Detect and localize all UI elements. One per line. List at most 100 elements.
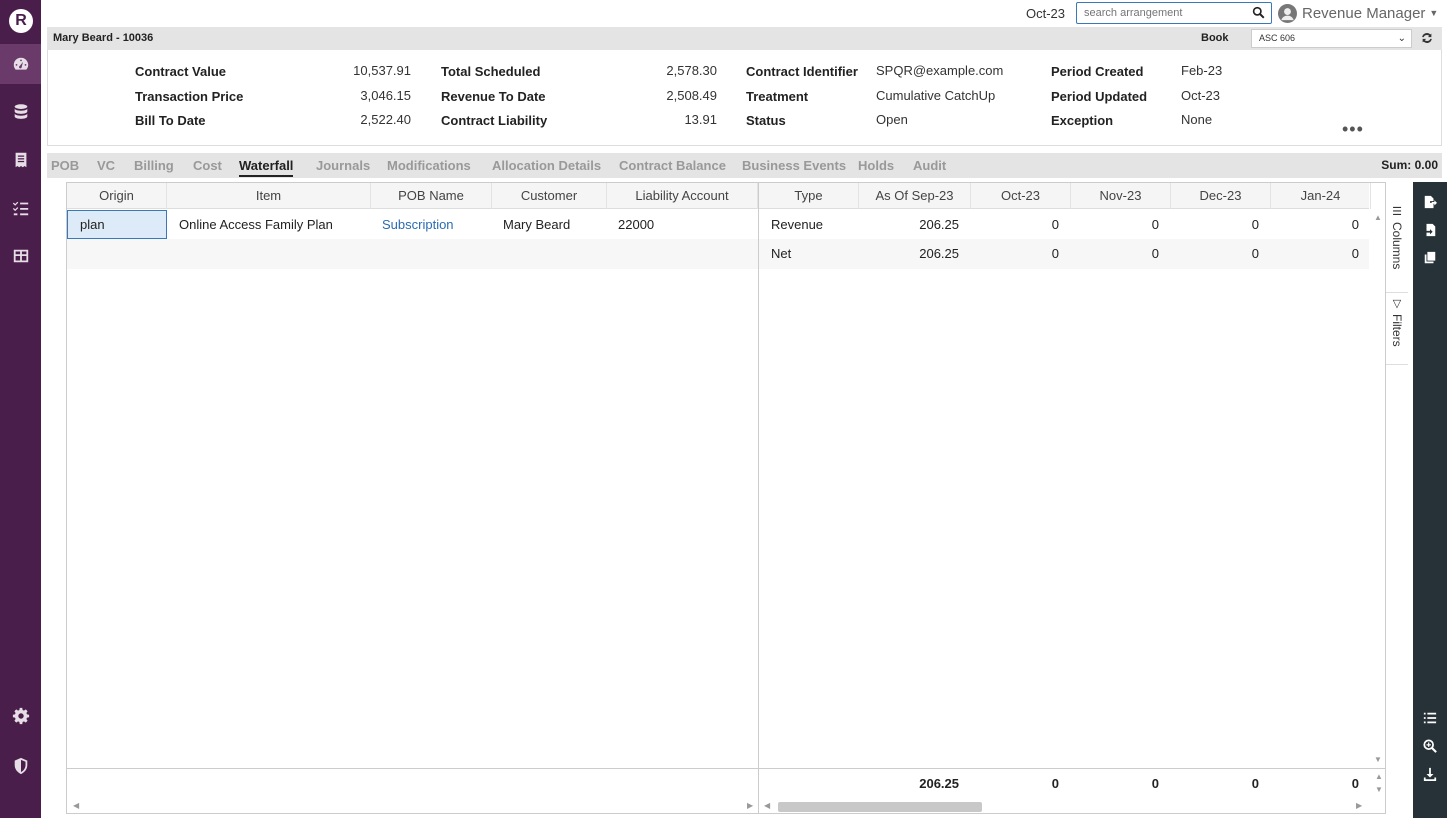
scroll-down-icon[interactable]: ▼ [1375,785,1383,794]
column-header-nov-23[interactable]: Nov-23 [1071,183,1171,209]
list-view-button[interactable] [1413,704,1447,732]
scroll-left-icon[interactable]: ◀ [764,801,770,810]
right-toolbar [1413,182,1447,818]
contract-header: Mary Beard - 10036 Book ASC 606 ⌄ [47,27,1442,50]
column-header-origin[interactable]: Origin [67,183,167,209]
scroll-left-icon[interactable]: ◀ [73,801,79,810]
type-cell-revenue[interactable]: Revenue [771,210,823,240]
table-nav[interactable] [0,236,41,276]
waterfall-grid: Origin Item POB Name Customer Liability … [66,182,1386,814]
horizontal-scrollbar[interactable]: ◀ ▶ ◀ ▶ [67,798,1385,813]
item-cell[interactable]: Online Access Family Plan [179,210,333,240]
revenue-oct-cell[interactable]: 0 [971,210,1059,240]
revenue-dec-cell[interactable]: 0 [1171,210,1259,240]
contract-liability: 13.91 [684,112,717,127]
treatment: Cumulative CatchUp [876,88,996,103]
exception-label: Exception [1051,113,1114,128]
net-jan-cell[interactable]: 0 [1271,239,1359,269]
column-header-liability-account[interactable]: Liability Account [607,183,758,209]
origin-cell[interactable]: plan [67,210,167,239]
period-created-label: Period Created [1051,64,1144,79]
tab-billing[interactable]: Billing [134,158,174,173]
column-header-dec-23[interactable]: Dec-23 [1171,183,1271,209]
import-file-button[interactable] [1413,216,1447,244]
book-select[interactable]: ASC 606 ⌄ [1251,29,1412,48]
customer-cell[interactable]: Mary Beard [503,210,570,240]
revenue-asof-cell[interactable]: 206.25 [859,210,959,240]
book-label: Book [1201,32,1229,44]
scroll-down-icon[interactable]: ▼ [1374,755,1382,764]
left-navigation: R [0,0,41,818]
row-band [67,239,758,269]
period-updated-label: Period Updated [1051,89,1148,104]
scroll-right-icon[interactable]: ▶ [1356,801,1362,810]
tab-waterfall[interactable]: Waterfall [239,158,294,177]
refresh-icon[interactable] [1420,31,1434,45]
tab-modifications[interactable]: Modifications [387,158,471,173]
column-header-customer[interactable]: Customer [492,183,607,209]
receipt-nav[interactable] [0,140,41,180]
checklist-icon [12,201,28,216]
columns-label: Columns [1390,222,1404,270]
net-nov-cell[interactable]: 0 [1071,239,1159,269]
tab-allocation-details[interactable]: Allocation Details [492,158,601,173]
zoom-button[interactable] [1413,732,1447,760]
avatar [1278,3,1297,23]
column-header-as-of-sep-23[interactable]: As Of Sep-23 [859,183,971,209]
revenue-to-date: 2,508.49 [666,88,717,103]
app-logo[interactable]: R [9,9,33,33]
net-dec-cell[interactable]: 0 [1171,239,1259,269]
grid-header: Origin Item POB Name Customer Liability … [67,183,1371,209]
liability-account-cell[interactable]: 22000 [618,210,654,240]
tab-cost[interactable]: Cost [193,158,222,173]
column-header-item[interactable]: Item [167,183,371,209]
column-header-pob-name[interactable]: POB Name [371,183,492,209]
user-menu[interactable]: Revenue Manager ▼ [1278,3,1438,23]
shield-icon [14,757,27,775]
settings-nav[interactable] [0,696,41,736]
tab-holds[interactable]: Holds [858,158,894,173]
revenue-to-date-label: Revenue To Date [441,89,546,104]
status-label: Status [746,113,786,128]
column-header-oct-23[interactable]: Oct-23 [971,183,1071,209]
net-asof-cell[interactable]: 206.25 [859,239,959,269]
dashboard-nav[interactable] [0,44,41,84]
export-file-button[interactable] [1413,188,1447,216]
scroll-up-icon[interactable]: ▲ [1375,772,1383,781]
status: Open [876,112,908,127]
contract-identifier: SPQR@example.com [876,63,1004,78]
vertical-scrollbar[interactable]: ▲ ▼ [1369,209,1385,769]
filters-panel-tab[interactable]: ▽ Filters [1386,297,1408,365]
search-input[interactable] [1077,3,1237,23]
search-box[interactable] [1076,2,1272,24]
type-cell-net[interactable]: Net [771,239,791,269]
database-nav[interactable] [0,92,41,132]
tab-journals[interactable]: Journals [316,158,370,173]
checklist-nav[interactable] [0,188,41,228]
grid-side-panel: ☰ Columns ▽ Filters [1386,197,1408,367]
period-updated: Oct-23 [1181,88,1221,103]
revenue-jan-cell[interactable]: 0 [1271,210,1359,240]
revenue-nov-cell[interactable]: 0 [1071,210,1159,240]
download-button[interactable] [1413,760,1447,788]
column-header-type[interactable]: Type [759,183,859,209]
tab-business-events[interactable]: Business Events [742,158,846,173]
tab-audit[interactable]: Audit [913,158,946,173]
tab-pob[interactable]: POB [51,158,79,173]
contract-value: 10,537.91 [353,63,411,78]
treatment-label: Treatment [746,89,809,104]
file-export-icon [1424,195,1437,209]
security-nav[interactable] [0,746,41,786]
copy-button[interactable] [1413,244,1447,272]
columns-panel-tab[interactable]: ☰ Columns [1386,205,1408,293]
column-header-jan-24[interactable]: Jan-24 [1271,183,1371,209]
tab-vc[interactable]: VC [97,158,115,173]
net-oct-cell[interactable]: 0 [971,239,1059,269]
more-options-icon[interactable]: ••• [1342,120,1364,138]
pob-name-link[interactable]: Subscription [382,210,454,240]
scroll-up-icon[interactable]: ▲ [1374,213,1382,222]
scroll-right-icon[interactable]: ▶ [747,801,753,810]
horizontal-scroll-thumb[interactable] [778,802,982,812]
search-icon[interactable] [1252,6,1265,19]
tab-contract-balance[interactable]: Contract Balance [619,158,726,173]
